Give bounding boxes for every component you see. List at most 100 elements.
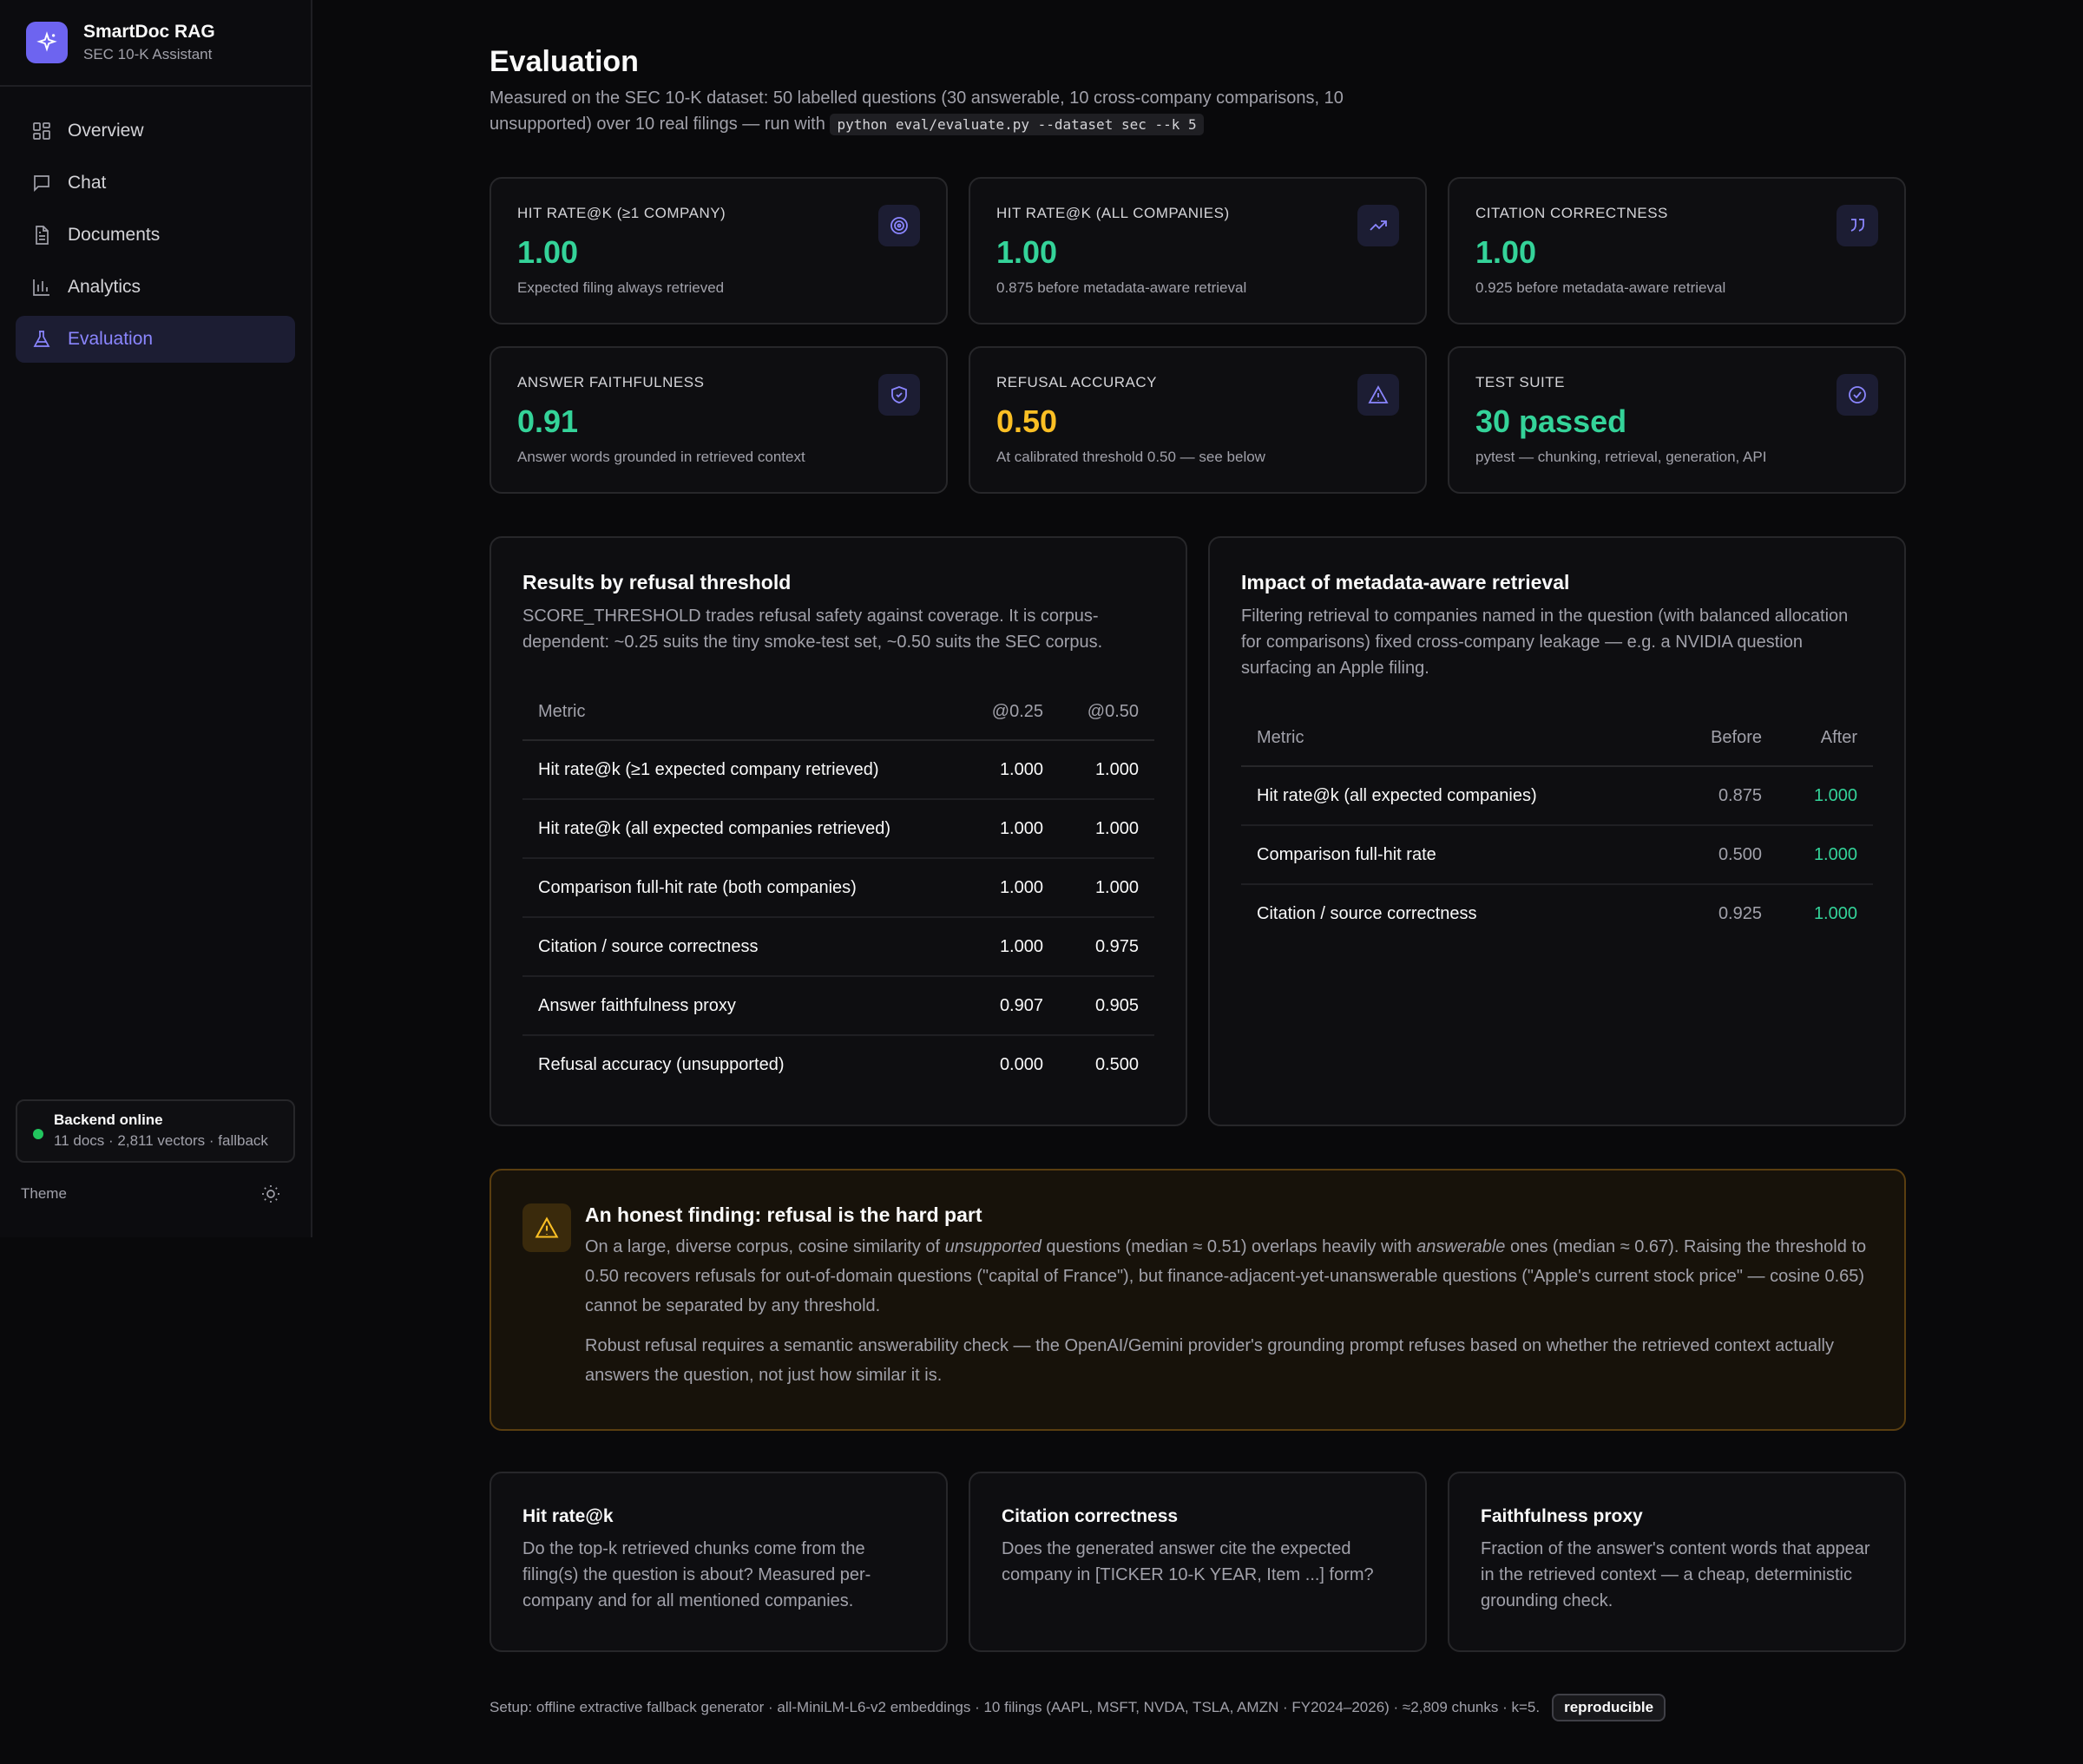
- theme-row: Theme: [21, 1184, 281, 1204]
- emphasis: answerable: [1416, 1237, 1506, 1256]
- sidebar-item-analytics[interactable]: Analytics: [16, 264, 295, 311]
- after-cell: 1.000: [1777, 825, 1873, 885]
- table-header-row: Metric Before After: [1241, 711, 1873, 767]
- metric-cell: Comparison full-hit rate: [1241, 825, 1682, 885]
- impact-table: Metric Before After Hit rate@k (all expe…: [1241, 711, 1873, 943]
- sidebar-item-label: Chat: [68, 173, 107, 193]
- after-cell: 1.000: [1777, 766, 1873, 826]
- text-run: questions (median ≈ 0.51) overlaps heavi…: [1041, 1237, 1417, 1256]
- sidebar-item-chat[interactable]: Chat: [16, 160, 295, 207]
- metric-cell: Hit rate@k (all expected companies): [1241, 766, 1682, 826]
- sidebar-item-label: Evaluation: [68, 329, 154, 349]
- stat-subtext: Answer words grounded in retrieved conte…: [517, 449, 805, 465]
- stat-subtext: 0.875 before metadata-aware retrieval: [996, 279, 1247, 296]
- stat-subtext: pytest — chunking, retrieval, generation…: [1475, 449, 1767, 465]
- stat-label: Test suite: [1475, 374, 1565, 390]
- value-cell: 0.000: [999, 1055, 1043, 1074]
- value-cell: 0.905: [1059, 976, 1154, 1036]
- stat-value: 1.00: [517, 234, 579, 270]
- bar-chart-icon: [33, 279, 49, 296]
- stat-card-test-suite: Test suite 30 passed pytest — chunking, …: [1448, 346, 1906, 494]
- shield-icon: [878, 374, 920, 416]
- column-header: After: [1777, 711, 1873, 767]
- threshold-table: Metric @0.25 @0.50 Hit rate@k (≥1 expect…: [522, 685, 1154, 1094]
- flask-icon: [33, 331, 50, 347]
- metric-cell: Citation / source correctness: [1257, 904, 1477, 923]
- metric-cell: Citation / source correctness: [522, 917, 963, 977]
- definition-title: Hit rate@k: [522, 1506, 614, 1526]
- warning-icon: [1357, 374, 1399, 416]
- sidebar-item-label: Documents: [68, 225, 161, 245]
- warning-icon: [522, 1203, 571, 1252]
- sidebar: SmartDoc RAG SEC 10-K Assistant Overview…: [0, 0, 312, 1237]
- sun-icon[interactable]: [260, 1184, 281, 1204]
- column-header: Metric: [1241, 711, 1682, 767]
- before-cell: 0.500: [1682, 825, 1777, 885]
- stat-value: 0.50: [996, 403, 1058, 439]
- stat-card-hit-rate-any: Hit rate@k (≥1 company) 1.00 Expected fi…: [490, 177, 948, 325]
- column-header: Before: [1682, 711, 1777, 767]
- quote-icon: [1837, 205, 1878, 246]
- document-icon: [36, 226, 49, 245]
- value-cell: 1.000: [1059, 740, 1154, 800]
- sidebar-item-documents[interactable]: Documents: [16, 212, 295, 259]
- panel-description: Filtering retrieval to companies named i…: [1241, 607, 1849, 678]
- table-row: Citation / source correctness 0.925 1.000: [1241, 884, 1873, 943]
- stat-subtext: 0.925 before metadata-aware retrieval: [1475, 279, 1726, 296]
- definition-card-faithfulness: Faithfulness proxy Fraction of the answe…: [1448, 1472, 1906, 1652]
- stat-value: 0.91: [517, 403, 579, 439]
- panel-description: SCORE_THRESHOLD trades refusal safety ag…: [522, 607, 1103, 652]
- threshold-results-panel: Results by refusal threshold SCORE_THRES…: [490, 536, 1187, 1126]
- status-details: 11 docs · 2,811 vectors · fallback: [54, 1132, 268, 1149]
- reproducible-badge: reproducible: [1552, 1694, 1666, 1721]
- setup-text: Setup: offline extractive fallback gener…: [490, 1699, 1541, 1715]
- sidebar-item-overview[interactable]: Overview: [16, 108, 295, 154]
- sidebar-item-evaluation[interactable]: Evaluation: [16, 316, 295, 363]
- status-dot: [33, 1129, 43, 1139]
- metric-cell: Answer faithfulness proxy: [522, 976, 963, 1036]
- table-row: Citation / source correctness 1.000 0.975: [522, 917, 1154, 977]
- table-row: Hit rate@k (all expected companies retri…: [522, 799, 1154, 859]
- sidebar-item-label: Analytics: [68, 277, 141, 297]
- stat-subtext: Expected filing always retrieved: [517, 279, 725, 296]
- table-row: Hit rate@k (≥1 expected company retrieve…: [522, 740, 1154, 800]
- brand: SmartDoc RAG SEC 10-K Assistant: [0, 0, 311, 87]
- status-title: Backend online: [54, 1112, 163, 1128]
- finding-paragraph-1: On a large, diverse corpus, cosine simil…: [585, 1232, 1873, 1321]
- table-row: Comparison full-hit rate 0.500 1.000: [1241, 825, 1873, 885]
- stat-value: 1.00: [996, 234, 1058, 270]
- stat-label: Answer faithfulness: [517, 374, 705, 390]
- finding-title: An honest finding: refusal is the hard p…: [585, 1203, 982, 1226]
- panel-title: Impact of metadata-aware retrieval: [1241, 571, 1570, 593]
- value-cell: 0.907: [963, 976, 1059, 1036]
- definition-card-hit-rate: Hit rate@k Do the top-k retrieved chunks…: [490, 1472, 948, 1652]
- value-cell: 1.000: [963, 740, 1059, 800]
- table-row: Comparison full-hit rate (both companies…: [522, 858, 1154, 918]
- sidebar-nav: Overview Chat Documents Analytics Evalua…: [0, 87, 311, 363]
- value-cell: 1.000: [963, 917, 1059, 977]
- value-cell: 1.000: [1059, 858, 1154, 918]
- emphasis: unsupported: [944, 1237, 1042, 1256]
- backend-status: Backend online 11 docs · 2,811 vectors ·…: [16, 1099, 295, 1163]
- column-header: @0.50: [1059, 685, 1154, 741]
- text-run: On a large, diverse corpus, cosine simil…: [585, 1237, 945, 1256]
- command-code: python eval/evaluate.py --dataset sec --…: [830, 114, 1204, 135]
- honest-finding-callout: An honest finding: refusal is the hard p…: [490, 1169, 1906, 1431]
- grid-icon: [33, 122, 50, 140]
- column-header: @0.25: [963, 685, 1059, 741]
- trending-up-icon: [1357, 205, 1399, 246]
- value-cell: 0.500: [1094, 1055, 1139, 1074]
- definition-body: Fraction of the answer's content words t…: [1481, 1539, 1870, 1610]
- metric-cell: Hit rate@k (≥1 expected company retrieve…: [522, 740, 963, 800]
- table-header-row: Metric @0.25 @0.50: [522, 685, 1154, 741]
- stat-value: 1.00: [1475, 234, 1537, 270]
- stat-card-refusal: Refusal accuracy 0.50 At calibrated thre…: [969, 346, 1427, 494]
- metric-cell: Hit rate@k (all expected companies retri…: [522, 799, 963, 859]
- value-cell: 0.975: [1059, 917, 1154, 977]
- value-cell: 1.000: [963, 858, 1059, 918]
- stat-subtext: At calibrated threshold 0.50 — see below: [996, 449, 1265, 465]
- setup-footer: Setup: offline extractive fallback gener…: [490, 1694, 1666, 1721]
- brand-name: SmartDoc RAG: [83, 22, 215, 42]
- metric-cell: Comparison full-hit rate (both companies…: [522, 858, 963, 918]
- definition-title: Citation correctness: [1002, 1506, 1179, 1526]
